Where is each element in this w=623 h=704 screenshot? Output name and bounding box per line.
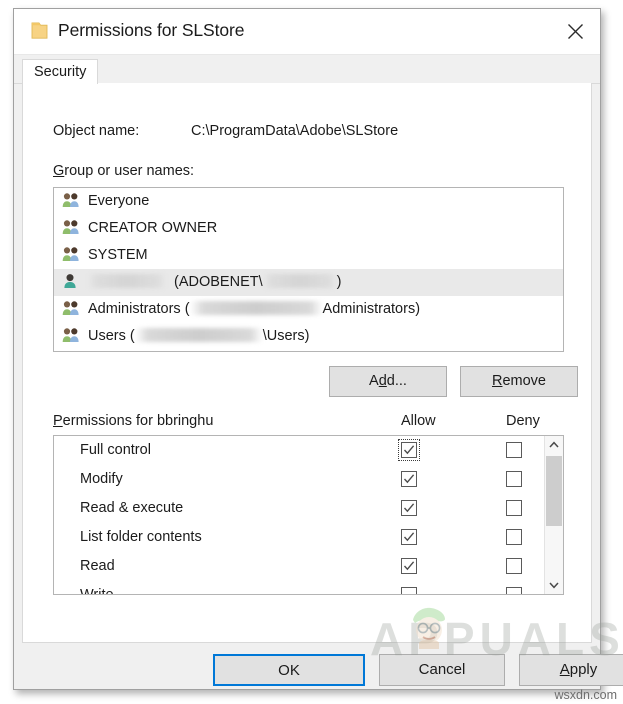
list-item[interactable]: Users ( \Users): [54, 323, 563, 350]
list-item-label: CREATOR OWNER: [88, 220, 218, 236]
allow-checkbox-read-execute[interactable]: [401, 500, 417, 516]
list-item[interactable]: Everyone: [54, 188, 563, 215]
list-item-label: Users (: [88, 328, 135, 344]
list-item-suffix: \Users): [262, 328, 310, 344]
group-names-label: Group or user names:: [53, 163, 195, 179]
permission-label: Modify: [80, 471, 123, 487]
deny-checkbox-list-folder-contents[interactable]: [506, 529, 522, 545]
group-users-icon: [62, 326, 81, 342]
list-item-selected[interactable]: (ADOBENET\): [54, 269, 563, 296]
list-item[interactable]: SYSTEM: [54, 242, 563, 269]
tab-security[interactable]: Security: [22, 59, 99, 84]
group-users-icon: [62, 299, 81, 315]
permission-label: Full control: [80, 442, 151, 458]
single-user-icon: [62, 272, 81, 288]
scroll-up-button[interactable]: [545, 436, 563, 454]
allow-checkbox-read[interactable]: [401, 558, 417, 574]
deny-column-header: Deny: [506, 413, 540, 429]
title-bar: Permissions for SLStore: [14, 9, 600, 55]
group-users-icon: [62, 245, 81, 261]
table-row[interactable]: Write: [54, 581, 544, 595]
allow-checkbox-modify[interactable]: [401, 471, 417, 487]
cancel-button[interactable]: Cancel: [379, 654, 505, 686]
list-item-label: Administrators (: [88, 301, 190, 317]
deny-checkbox-read-execute[interactable]: [506, 500, 522, 516]
list-item-label: SYSTEM: [88, 247, 148, 263]
group-users-icon: [62, 218, 81, 234]
allow-checkbox-list-folder-contents[interactable]: [401, 529, 417, 545]
deny-checkbox-write[interactable]: [506, 587, 522, 594]
deny-checkbox-read[interactable]: [506, 558, 522, 574]
allow-checkbox-write[interactable]: [401, 587, 417, 594]
security-tab-panel: Object name: C:\ProgramData\Adobe\SLStor…: [22, 83, 592, 643]
table-row[interactable]: Read: [54, 552, 544, 581]
checkmark-icon: [403, 561, 415, 571]
table-row[interactable]: Full control: [54, 436, 544, 465]
list-item-label: Everyone: [88, 193, 150, 209]
table-row[interactable]: Read & execute: [54, 494, 544, 523]
window-title: Permissions for SLStore: [58, 20, 245, 40]
permissions-header: Permissions for bbringhu: [53, 413, 214, 429]
redacted-machine-name: [134, 328, 263, 342]
chevron-down-icon: [549, 582, 559, 589]
permissions-dialog: Permissions for SLStore Security Object …: [13, 8, 623, 690]
permission-label: Write: [80, 587, 114, 595]
permission-label: Read: [80, 558, 115, 574]
redacted-username: [88, 274, 166, 288]
permission-label: Read & execute: [80, 500, 184, 516]
apply-button[interactable]: Apply: [519, 654, 623, 686]
permissions-table: Full control Modify Read & execute List …: [53, 435, 564, 595]
tab-strip: Security: [14, 55, 600, 84]
table-row[interactable]: Modify: [54, 465, 544, 494]
permissions-rows: Full control Modify Read & execute List …: [54, 436, 544, 595]
screen: Permissions for SLStore Security Object …: [0, 0, 623, 704]
table-row[interactable]: List folder contents: [54, 523, 544, 552]
checkmark-icon: [403, 532, 415, 542]
ok-button[interactable]: OK: [213, 654, 365, 686]
deny-checkbox-full-control[interactable]: [506, 442, 522, 458]
scrollbar-thumb[interactable]: [546, 456, 562, 526]
checkmark-icon: [403, 503, 415, 513]
list-item-label: (ADOBENET\: [174, 274, 263, 290]
permissions-scrollbar[interactable]: [544, 436, 563, 594]
redacted-domain-user: [262, 274, 337, 288]
checkmark-icon: [403, 445, 415, 455]
group-users-icon: [62, 191, 81, 207]
group-user-listbox[interactable]: Everyone CREATOR OWNER SYSTEM (ADOBENET\…: [53, 187, 564, 352]
permission-label: List folder contents: [80, 529, 202, 545]
scroll-down-button[interactable]: [545, 576, 563, 594]
remove-button[interactable]: Remove: [460, 366, 578, 397]
folder-icon: [31, 22, 48, 40]
list-item[interactable]: Administrators ( Administrators): [54, 296, 563, 323]
close-button[interactable]: [552, 9, 600, 54]
object-name-label: Object name:: [53, 123, 140, 139]
chevron-up-icon: [549, 441, 559, 448]
allow-checkbox-full-control[interactable]: [398, 439, 420, 461]
close-icon: [568, 24, 583, 39]
allow-column-header: Allow: [401, 413, 436, 429]
list-item-suffix: ): [336, 274, 342, 290]
list-item-suffix: Administrators): [322, 301, 421, 317]
checkmark-icon: [403, 474, 415, 484]
list-item[interactable]: CREATOR OWNER: [54, 215, 563, 242]
add-button[interactable]: Add...: [329, 366, 447, 397]
redacted-machine-name: [189, 301, 323, 315]
deny-checkbox-modify[interactable]: [506, 471, 522, 487]
site-credit: wsxdn.com: [554, 688, 617, 702]
object-name-value: C:\ProgramData\Adobe\SLStore: [191, 123, 399, 139]
